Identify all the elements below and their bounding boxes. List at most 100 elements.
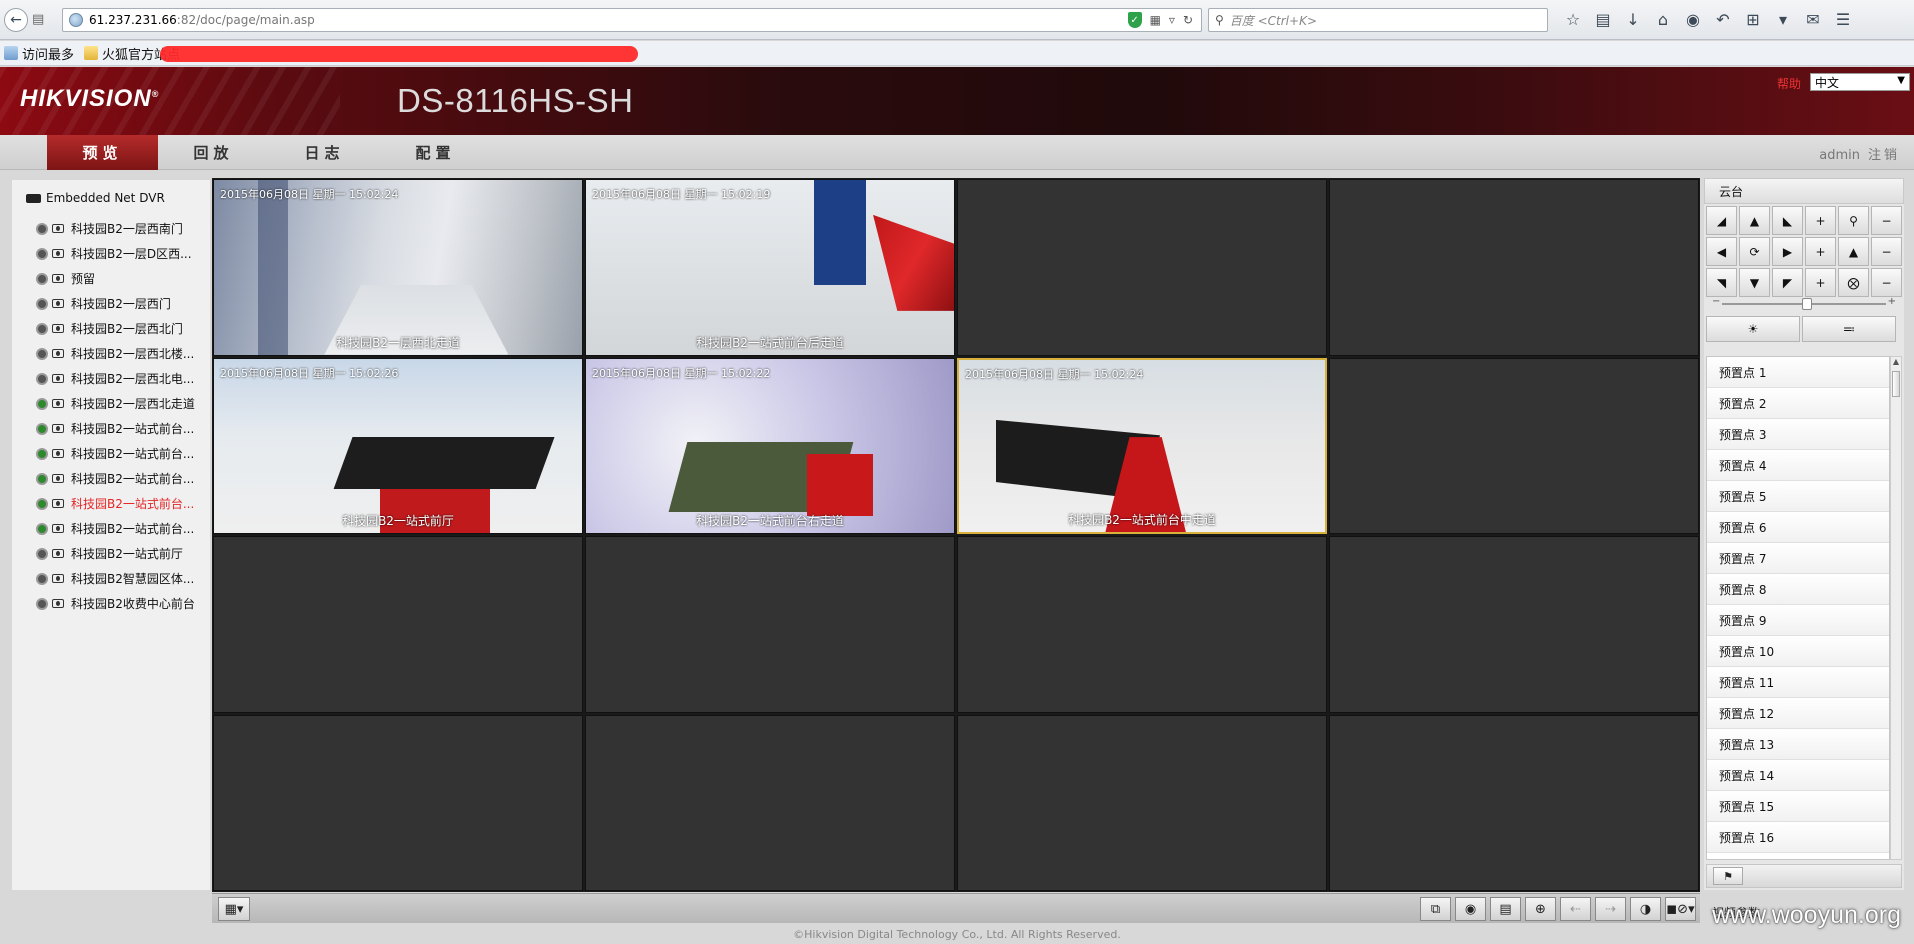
camera-tree-item[interactable]: 预留	[36, 266, 195, 291]
message-icon[interactable]: ✉	[1798, 10, 1828, 29]
preset-item[interactable]: 预置点 11	[1707, 667, 1889, 698]
ptz-down-button[interactable]: ▼	[1739, 268, 1770, 297]
camera-tree-item[interactable]: 科技园B2一层D区西...	[36, 241, 195, 266]
camera-tree-item[interactable]: 科技园B2一站式前台...	[36, 416, 195, 441]
next-page-button[interactable]: ⇢	[1595, 897, 1626, 921]
ptz-up-left-button[interactable]: ◢	[1706, 206, 1737, 235]
record-button[interactable]: ▤	[1490, 897, 1521, 921]
preset-item[interactable]: 预置点 14	[1707, 760, 1889, 791]
language-select[interactable]: 中文 ▼	[1810, 73, 1910, 91]
focus-minus-button[interactable]: −	[1871, 237, 1902, 266]
camera-tree-item[interactable]: 科技园B2一层西北楼...	[36, 341, 195, 366]
zoom-plus-button[interactable]: +	[1805, 206, 1836, 235]
search-input[interactable]: ⚲ 百度 <Ctrl+K>	[1208, 8, 1548, 32]
video-window[interactable]	[585, 536, 955, 713]
preset-item[interactable]: 预置点 1	[1707, 357, 1889, 388]
video-window[interactable]: 2015年06月08日 星期一 15:02:24 科技园B2一站式前台中走道	[957, 357, 1327, 534]
camera-tree-item[interactable]: 科技园B2智慧园区体...	[36, 566, 195, 591]
home-icon[interactable]: ⌂	[1648, 10, 1678, 29]
iris-plus-button[interactable]: +	[1805, 268, 1836, 297]
ptz-down-left-button[interactable]: ◥	[1706, 268, 1737, 297]
help-link[interactable]: 帮助	[1777, 75, 1801, 92]
preset-item[interactable]: 预置点 8	[1707, 574, 1889, 605]
ptz-left-button[interactable]: ◀	[1706, 237, 1737, 266]
bookmark-most-visited[interactable]: 访问最多	[4, 44, 74, 63]
video-window[interactable]: 2015年06月08日 星期一 15:02:26 科技园B2一站式前厅	[213, 357, 583, 534]
zoom-minus-button[interactable]: −	[1871, 206, 1902, 235]
prev-page-button[interactable]: ⇠	[1560, 897, 1591, 921]
video-window[interactable]	[957, 536, 1327, 713]
video-window[interactable]	[1329, 536, 1699, 713]
preset-item[interactable]: 预置点 10	[1707, 636, 1889, 667]
camera-tree-item[interactable]: 科技园B2一站式前厅	[36, 541, 195, 566]
preset-item[interactable]: 预置点 13	[1707, 729, 1889, 760]
video-window[interactable]	[1329, 714, 1699, 891]
focus-plus-button[interactable]: +	[1805, 237, 1836, 266]
video-window[interactable]	[213, 536, 583, 713]
back-icon[interactable]: ←	[4, 8, 28, 32]
talk-button[interactable]: ◑	[1630, 897, 1661, 921]
camera-tree-item[interactable]: 科技园B2一站式前台...	[36, 516, 195, 541]
camera-tree-item[interactable]: 科技园B2一层西南门	[36, 216, 195, 241]
preset-item[interactable]: 预置点 2	[1707, 388, 1889, 419]
chevron-down-icon[interactable]: ▾	[1768, 10, 1798, 29]
preset-item[interactable]: 预置点 16	[1707, 822, 1889, 853]
ptz-up-right-button[interactable]: ◣	[1772, 206, 1803, 235]
video-window[interactable]	[1329, 179, 1699, 356]
video-window[interactable]: 2015年06月08日 星期一 15:02:24 科技园B2一层西北走道	[213, 179, 583, 356]
video-window[interactable]	[213, 714, 583, 891]
video-window[interactable]	[585, 714, 955, 891]
download-icon[interactable]: ↓	[1618, 10, 1648, 29]
tab-log[interactable]: 日志	[269, 135, 380, 170]
menu-icon[interactable]: ☰	[1828, 10, 1858, 29]
video-window[interactable]	[957, 714, 1327, 891]
capture-button[interactable]: ◉	[1455, 897, 1486, 921]
chat-icon[interactable]: ◉	[1678, 10, 1708, 29]
camera-tree-item[interactable]: 科技园B2一层西北电...	[36, 366, 195, 391]
preset-item[interactable]: 预置点 7	[1707, 543, 1889, 574]
preset-item[interactable]: 预置点 4	[1707, 450, 1889, 481]
scroll-up-icon[interactable]: ▲	[1891, 357, 1901, 369]
video-window[interactable]: 2015年06月08日 星期一 15:02:22 科技园B2一站式前台右走道	[585, 357, 955, 534]
camera-tree-item[interactable]: 科技园B2收费中心前台	[36, 591, 195, 616]
ptz-auto-button[interactable]: ⟳	[1739, 237, 1770, 266]
volume-button[interactable]: ◼⊘▾	[1665, 897, 1696, 921]
video-window[interactable]	[1329, 357, 1699, 534]
crop-icon[interactable]: ⊞	[1738, 10, 1768, 29]
camera-tree-item[interactable]: 科技园B2一层西北走道	[36, 391, 195, 416]
window-layout-button[interactable]: ▦▾	[218, 897, 250, 921]
preset-scrollbar[interactable]: ▲	[1890, 356, 1902, 860]
page-menu-icon[interactable]: ▤	[32, 12, 44, 27]
preset-item[interactable]: 预置点 9	[1707, 605, 1889, 636]
tab-config[interactable]: 配置	[380, 135, 491, 170]
scroll-thumb[interactable]	[1892, 371, 1900, 397]
shield-icon[interactable]: ✓	[1127, 12, 1142, 28]
ptz-down-right-button[interactable]: ◤	[1772, 268, 1803, 297]
slider-thumb[interactable]	[1802, 298, 1812, 310]
ptz-speed-slider[interactable]: − +	[1712, 296, 1896, 310]
tab-playback[interactable]: 回放	[158, 135, 269, 170]
video-window[interactable]: 2015年06月08日 星期一 15:02:19 科技园B2一站式前台后走道	[585, 179, 955, 356]
logout-link[interactable]: 注销	[1868, 148, 1900, 163]
stop-all-button[interactable]: ⧉	[1420, 897, 1451, 921]
video-window[interactable]	[957, 179, 1327, 356]
preset-item[interactable]: 预置点 5	[1707, 481, 1889, 512]
camera-tree-item[interactable]: 科技园B2一站式前台...	[36, 491, 195, 516]
undo-icon[interactable]: ↶	[1708, 10, 1738, 29]
iris-minus-button[interactable]: −	[1871, 268, 1902, 297]
address-bar[interactable]: 61.237.231.66:82/doc/page/main.asp ✓ ▦ ▿…	[62, 8, 1202, 32]
tree-root-dvr[interactable]: Embedded Net DVR	[26, 191, 165, 205]
preset-item[interactable]: 预置点 3	[1707, 419, 1889, 450]
preset-item[interactable]: 预置点 12	[1707, 698, 1889, 729]
ptz-right-button[interactable]: ▶	[1772, 237, 1803, 266]
wiper-button[interactable]: ≕	[1802, 316, 1896, 342]
light-button[interactable]: ☀	[1706, 316, 1800, 342]
dropdown-arrow-icon[interactable]: ▿	[1169, 13, 1175, 27]
ptz-up-button[interactable]: ▲	[1739, 206, 1770, 235]
preset-item[interactable]: 预置点 15	[1707, 791, 1889, 822]
tab-preview[interactable]: 预览	[47, 135, 158, 170]
camera-tree-item[interactable]: 科技园B2一层西门	[36, 291, 195, 316]
camera-tree-item[interactable]: 科技园B2一站式前台...	[36, 466, 195, 491]
qr-code-icon[interactable]: ▦	[1150, 13, 1161, 27]
reload-icon[interactable]: ↻	[1183, 13, 1193, 27]
